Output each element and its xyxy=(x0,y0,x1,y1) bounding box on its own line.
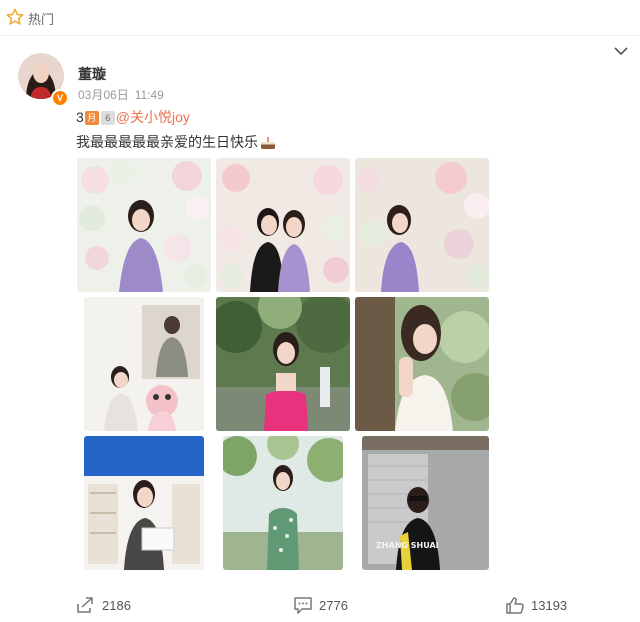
like-count: 13193 xyxy=(531,598,568,613)
repost-icon xyxy=(77,597,93,613)
post-date: 03月06日 xyxy=(78,88,129,102)
repost-button[interactable]: 2186 xyxy=(76,595,146,617)
star-icon xyxy=(6,8,24,25)
post-meta: 03月06日 11:49 xyxy=(78,86,170,103)
photo-9[interactable]: ZHANG SHUAI xyxy=(362,436,489,570)
photo-5[interactable] xyxy=(216,297,350,431)
photo-watermark: ZHANG SHUAI xyxy=(376,541,439,550)
cake-emoji-icon xyxy=(261,137,275,150)
calendar-day-icon: 6 xyxy=(100,111,115,126)
photo-6[interactable] xyxy=(355,297,489,431)
photo-4[interactable] xyxy=(84,297,204,431)
verified-badge: V xyxy=(51,89,69,107)
divider xyxy=(0,35,640,36)
photo-1[interactable] xyxy=(77,158,211,292)
like-icon xyxy=(506,597,524,614)
calendar-month-icon: 月 xyxy=(84,111,99,126)
photo-7[interactable] xyxy=(84,436,204,570)
post-text: 我最最最最最亲爱的生日快乐 xyxy=(76,132,276,152)
post-time: 11:49 xyxy=(134,88,164,102)
chevron-down-icon[interactable] xyxy=(614,46,628,56)
post-text-content: 我最最最最最亲爱的生日快乐 xyxy=(76,134,258,150)
mention-link[interactable]: @关小悦joy xyxy=(116,109,190,125)
comment-icon xyxy=(294,597,312,614)
photo-2[interactable] xyxy=(216,158,350,292)
comment-button[interactable]: 2776 xyxy=(293,595,363,617)
top-bar: 热门 xyxy=(0,0,640,34)
repost-count: 2186 xyxy=(102,598,131,613)
author-name[interactable]: 董璇 xyxy=(78,64,106,84)
photo-3[interactable] xyxy=(355,158,489,292)
line1-prefix: 3 xyxy=(76,109,84,125)
photo-8[interactable] xyxy=(223,436,343,570)
comment-count: 2776 xyxy=(319,598,348,613)
post-line1: 3 月 6 @关小悦joy xyxy=(76,107,190,126)
hot-label: 热门 xyxy=(28,12,55,27)
like-button[interactable]: 13193 xyxy=(505,595,585,617)
